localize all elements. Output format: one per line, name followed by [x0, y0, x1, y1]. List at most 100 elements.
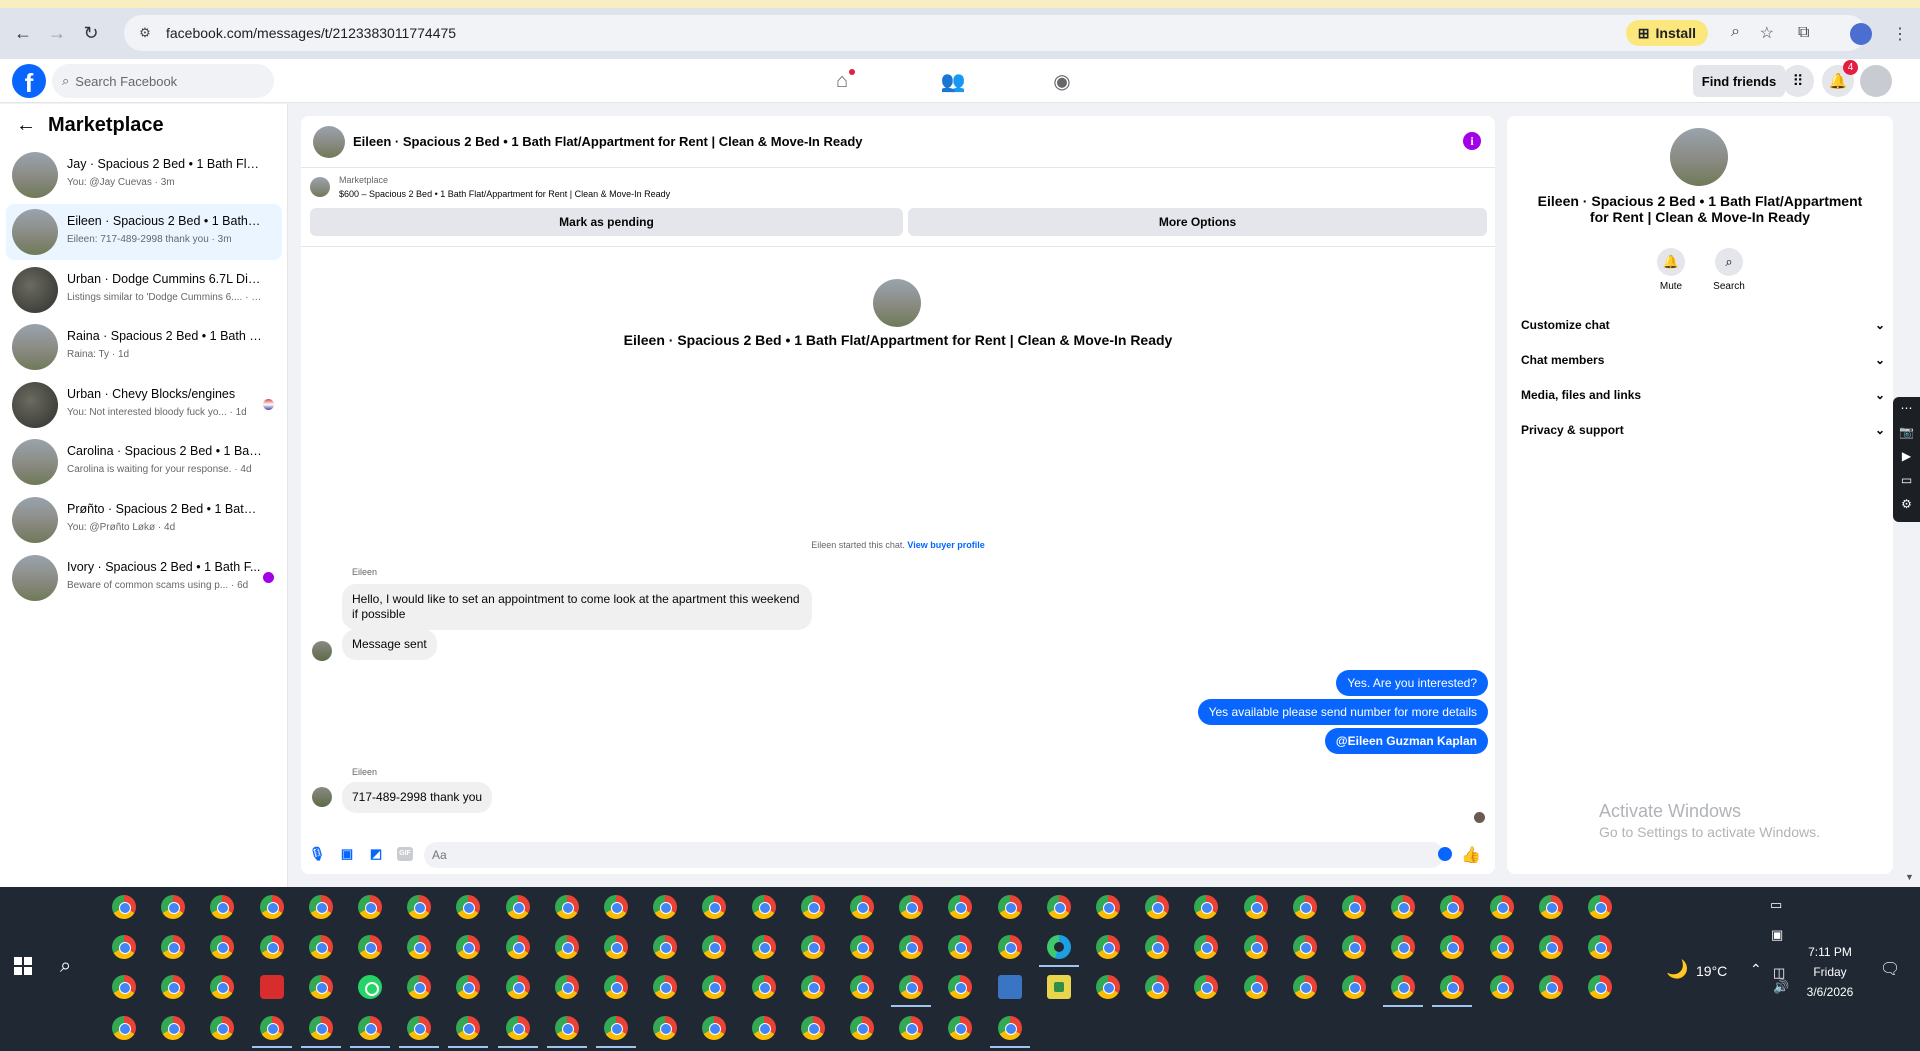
chrome-app-icon[interactable] — [1292, 935, 1317, 959]
chrome-app-icon[interactable] — [112, 1016, 136, 1040]
chrome-app-icon[interactable] — [751, 895, 776, 919]
view-buyer-profile-link[interactable]: View buyer profile — [907, 540, 984, 550]
chrome-app-icon[interactable] — [653, 1016, 678, 1040]
chrome-app-icon[interactable] — [1538, 895, 1563, 919]
chrome-app-icon[interactable] — [1489, 895, 1514, 919]
show-desktop-icon[interactable]: ▭ — [1770, 897, 1782, 913]
emoji-icon[interactable] — [1438, 847, 1452, 861]
chrome-app-icon[interactable] — [702, 1016, 727, 1040]
reload-icon[interactable]: ↻ — [74, 16, 108, 50]
chrome-app-icon[interactable] — [800, 895, 825, 919]
windows-start-icon[interactable] — [14, 957, 32, 975]
weather-moon-icon[interactable]: 🌙 — [1666, 959, 1688, 980]
chrome-app-icon[interactable] — [554, 975, 579, 999]
wps-app-icon[interactable] — [259, 975, 284, 999]
chrome-app-icon[interactable] — [210, 975, 235, 999]
chat-list-item[interactable]: Raina · Spacious 2 Bed • 1 Bath Fla... R… — [6, 319, 282, 375]
chrome-app-icon[interactable] — [899, 1016, 924, 1040]
chrome-app-icon[interactable] — [1145, 975, 1170, 999]
chrome-app-icon[interactable] — [259, 935, 284, 959]
chrome-app-icon[interactable] — [505, 975, 530, 999]
menu-kebab-icon[interactable]: ⋮ — [1892, 24, 1908, 44]
mark-as-pending-button[interactable]: Mark as pending — [310, 208, 903, 236]
friends-icon[interactable]: 👥 — [939, 67, 967, 95]
chrome-app-icon[interactable] — [112, 975, 136, 999]
privacy-support-row[interactable]: Privacy & support ⌄ — [1521, 418, 1885, 442]
chrome-app-icon[interactable] — [1292, 975, 1317, 999]
chrome-app-icon[interactable] — [604, 975, 628, 999]
chrome-app-icon[interactable] — [407, 895, 432, 919]
search-icon[interactable]: ⌕ — [60, 955, 71, 978]
chrome-app-icon[interactable] — [948, 975, 973, 999]
chrome-app-icon[interactable] — [800, 935, 825, 959]
volume-icon[interactable]: 🔊 — [1773, 979, 1789, 995]
chrome-app-icon[interactable] — [161, 935, 186, 959]
chrome-app-icon[interactable] — [1342, 935, 1366, 959]
chrome-app-icon[interactable] — [1243, 935, 1268, 959]
keyboard-app-icon[interactable] — [997, 975, 1022, 999]
outgoing-message[interactable]: Yes. Are you interested? — [1336, 670, 1488, 696]
chrome-app-icon[interactable] — [358, 895, 382, 919]
scroll-down-arrow[interactable]: ▼ — [1905, 872, 1914, 882]
chrome-app-icon[interactable] — [456, 975, 481, 999]
chrome-app-icon[interactable] — [1194, 975, 1219, 999]
chrome-app-icon[interactable] — [751, 935, 776, 959]
chrome-app-icon[interactable] — [899, 935, 924, 959]
chrome-app-icon[interactable] — [850, 1016, 874, 1040]
chrome-app-icon[interactable] — [702, 935, 727, 959]
media-files-links-row[interactable]: Media, files and links ⌄ — [1521, 383, 1885, 407]
chrome-app-icon[interactable] — [407, 975, 432, 999]
chat-list-item-active[interactable]: Eileen · Spacious 2 Bed • 1 Bath Fla... … — [6, 204, 282, 260]
temperature[interactable]: 19°C — [1696, 963, 1727, 979]
chrome-app-icon[interactable] — [604, 1016, 628, 1040]
chrome-app-icon[interactable] — [702, 975, 727, 999]
chrome-app-icon[interactable] — [1391, 935, 1416, 959]
chrome-app-icon[interactable] — [948, 935, 973, 959]
photo-icon[interactable]: ▣ — [339, 846, 355, 862]
chrome-app-icon[interactable] — [1342, 895, 1366, 919]
chrome-app-icon[interactable] — [1292, 895, 1317, 919]
chrome-app-icon[interactable] — [505, 1016, 530, 1040]
message-input[interactable] — [424, 842, 1444, 868]
chrome-app-icon[interactable] — [997, 935, 1022, 959]
microphone-icon[interactable]: 🎙 — [309, 846, 326, 862]
chrome-app-icon[interactable] — [1145, 935, 1170, 959]
chat-list-item[interactable]: Urban · Chevy Blocks/engines You: Not in… — [6, 377, 282, 433]
menu-grid-icon[interactable]: ⠿ — [1782, 65, 1814, 97]
chat-list-item[interactable]: Ivory · Spacious 2 Bed • 1 Bath F... Bew… — [6, 550, 282, 606]
chrome-app-icon[interactable] — [1538, 975, 1563, 999]
chrome-app-icon[interactable] — [210, 895, 235, 919]
chrome-app-icon[interactable] — [308, 935, 333, 959]
chrome-app-icon[interactable] — [505, 895, 530, 919]
chrome-app-icon[interactable] — [407, 1016, 432, 1040]
chat-list-item[interactable]: Urban · Dodge Cummins 6.7L Dies... Listi… — [6, 262, 282, 318]
chrome-app-icon[interactable] — [456, 935, 481, 959]
customize-chat-row[interactable]: Customize chat ⌄ — [1521, 313, 1885, 337]
facebook-search[interactable]: ⌕ Search Facebook — [52, 64, 274, 98]
find-friends-button[interactable]: Find friends — [1693, 65, 1785, 97]
chrome-app-icon[interactable] — [702, 895, 727, 919]
chrome-app-icon[interactable] — [1440, 895, 1465, 919]
chrome-app-icon[interactable] — [1145, 895, 1170, 919]
chrome-app-icon[interactable] — [1046, 895, 1071, 919]
info-icon[interactable]: i — [1463, 132, 1481, 150]
groups-icon[interactable]: ◉ — [1048, 67, 1076, 95]
chrome-app-icon[interactable] — [1342, 975, 1366, 999]
chrome-app-icon[interactable] — [850, 975, 874, 999]
chrome-app-icon[interactable] — [112, 895, 136, 919]
zoom-icon[interactable]: ⌕ — [1731, 23, 1740, 41]
chrome-app-icon[interactable] — [751, 1016, 776, 1040]
chrome-app-icon[interactable] — [948, 1016, 973, 1040]
gif-icon[interactable]: GIF — [397, 847, 413, 861]
chrome-app-icon[interactable] — [751, 975, 776, 999]
outgoing-mention-message[interactable]: @Eileen Guzman Kaplan — [1324, 728, 1488, 754]
chrome-app-icon[interactable] — [653, 935, 678, 959]
chrome-app-icon[interactable] — [899, 895, 924, 919]
camera-icon[interactable]: 📷 — [1899, 425, 1914, 439]
account-avatar[interactable] — [1860, 65, 1892, 97]
chrome-app-icon[interactable] — [604, 935, 628, 959]
chrome-app-icon[interactable] — [161, 1016, 186, 1040]
chrome-app-icon[interactable] — [407, 935, 432, 959]
site-info-icon[interactable]: ⚙ — [134, 22, 156, 44]
chrome-app-icon[interactable] — [308, 895, 333, 919]
